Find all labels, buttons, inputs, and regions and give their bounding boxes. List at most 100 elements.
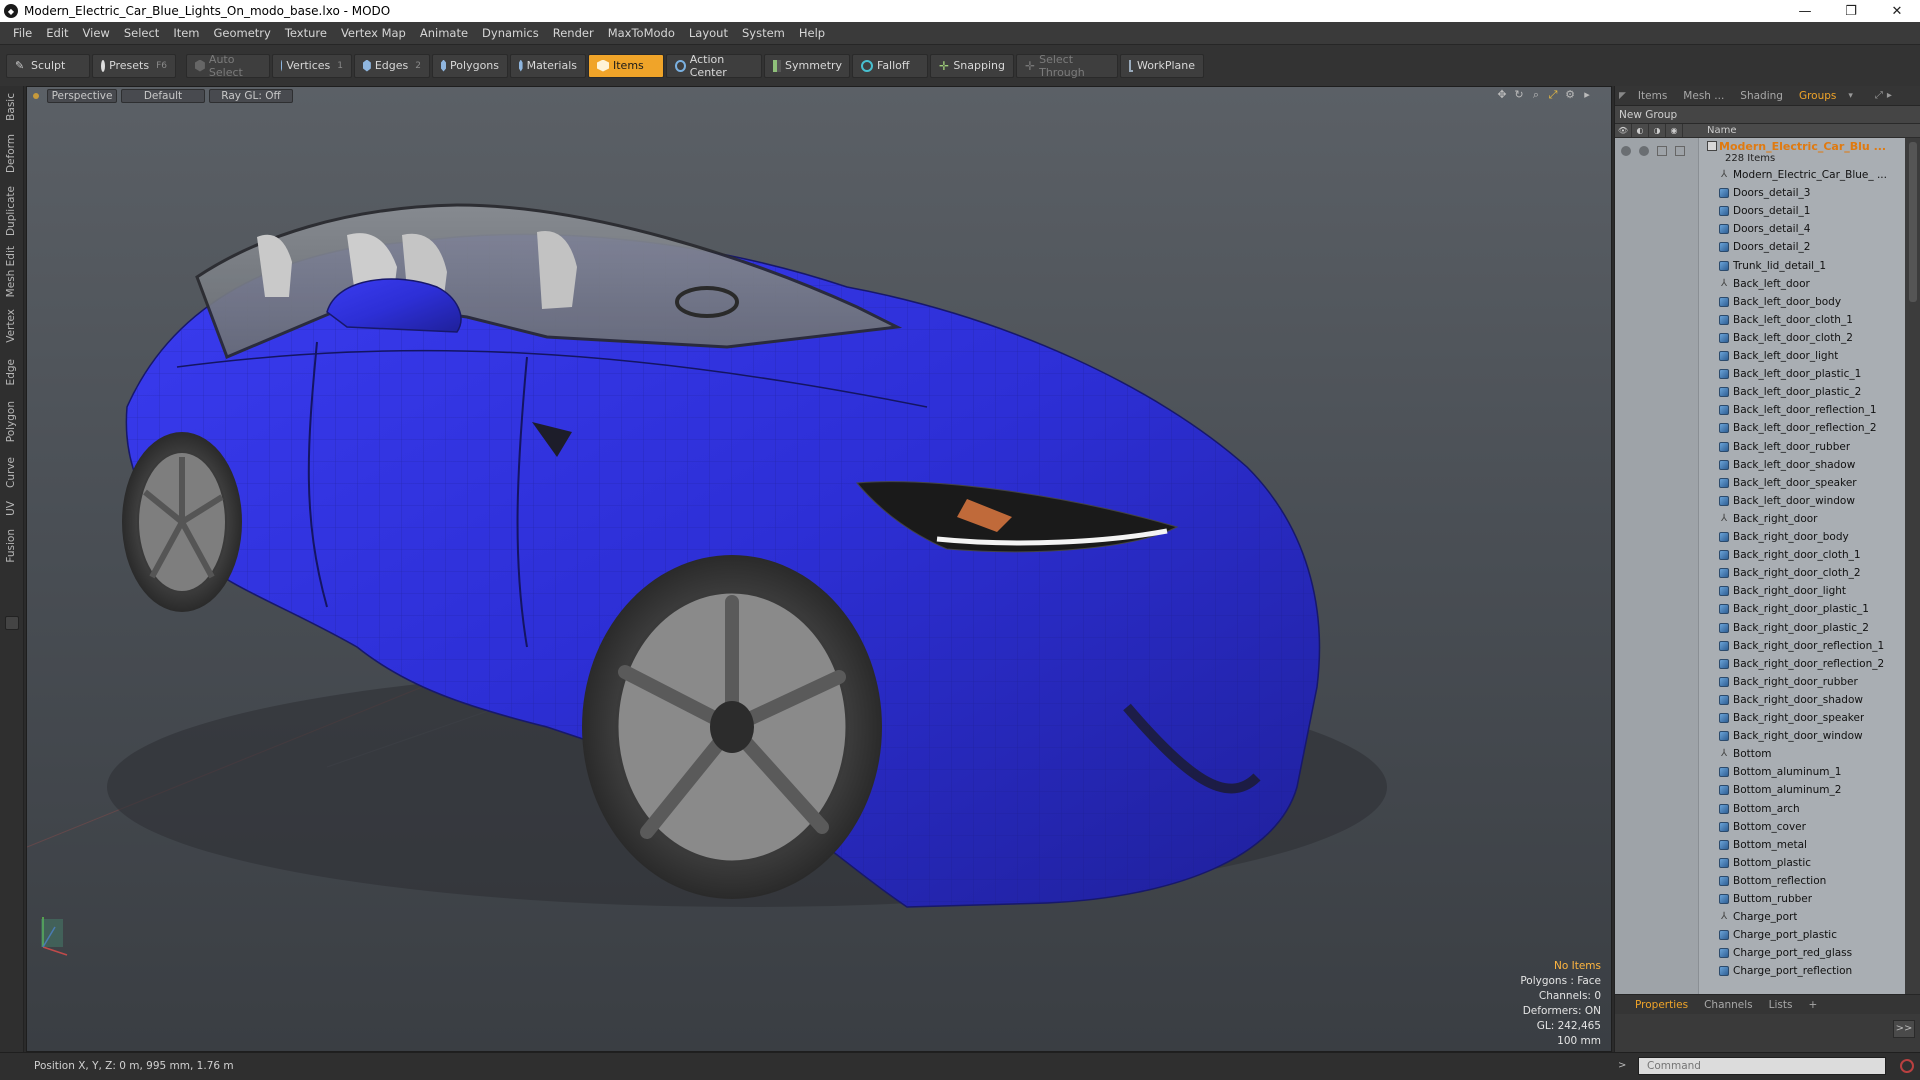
car-model-render[interactable] bbox=[27, 87, 1612, 1052]
tabs-dropdown-icon[interactable]: ▾ bbox=[1848, 91, 1853, 101]
visibility-column-icon[interactable]: 👁 bbox=[1615, 124, 1632, 137]
tab-edge[interactable]: Edge bbox=[2, 352, 20, 392]
expand-properties-button[interactable]: >> bbox=[1893, 1020, 1915, 1038]
menu-vertex-map[interactable]: Vertex Map bbox=[334, 22, 413, 44]
group-item-row[interactable]: Back_right_door_reflection_2 bbox=[1699, 655, 1905, 673]
tab-curve[interactable]: Curve bbox=[2, 452, 20, 492]
group-item-row[interactable]: Back_right_door_light bbox=[1699, 582, 1905, 600]
group-item-row[interactable]: Bottom_aluminum_2 bbox=[1699, 781, 1905, 799]
group-item-row[interactable]: Doors_detail_1 bbox=[1699, 202, 1905, 220]
group-item-row[interactable]: Back_left_door_cloth_2 bbox=[1699, 329, 1905, 347]
fit-icon[interactable]: ⤢ bbox=[1547, 89, 1559, 101]
tab-groups[interactable]: Groups bbox=[1791, 86, 1844, 106]
eye-icon[interactable] bbox=[1621, 146, 1631, 156]
panel-expand-icon[interactable]: ⤢ bbox=[1875, 90, 1883, 101]
group-item-row[interactable]: Back_left_door_cloth_1 bbox=[1699, 311, 1905, 329]
menu-dynamics[interactable]: Dynamics bbox=[475, 22, 546, 44]
group-item-row[interactable]: Back_left_door_light bbox=[1699, 347, 1905, 365]
panel-options-icon[interactable]: ▸ bbox=[1887, 90, 1892, 101]
group-item-row[interactable]: Bottom_reflection bbox=[1699, 872, 1905, 890]
group-item-row[interactable]: Buttom_rubber bbox=[1699, 890, 1905, 908]
group-item-row[interactable]: Back_left_door_reflection_1 bbox=[1699, 401, 1905, 419]
menu-edit[interactable]: Edit bbox=[39, 22, 75, 44]
tab-mesh-edit[interactable]: Mesh Edit bbox=[2, 244, 20, 300]
menu-file[interactable]: File bbox=[6, 22, 39, 44]
falloff-button[interactable]: Falloff bbox=[852, 53, 928, 78]
group-item-row[interactable]: Back_left_door_body bbox=[1699, 293, 1905, 311]
group-item-row[interactable]: Back_right_door_cloth_1 bbox=[1699, 546, 1905, 564]
group-item-row[interactable]: Doors_detail_2 bbox=[1699, 238, 1905, 256]
items-button[interactable]: Items bbox=[588, 53, 664, 78]
tab-properties[interactable]: Properties bbox=[1627, 999, 1696, 1011]
group-item-row[interactable]: Back_right_door_body bbox=[1699, 528, 1905, 546]
scrollbar-thumb[interactable] bbox=[1909, 142, 1917, 302]
tab-deform[interactable]: Deform bbox=[2, 130, 20, 178]
group-item-row[interactable]: ⅄ Bottom bbox=[1699, 745, 1905, 763]
materials-button[interactable]: Materials bbox=[510, 53, 586, 78]
symmetry-button[interactable]: Symmetry bbox=[764, 53, 850, 78]
group-item-row[interactable]: Bottom_plastic bbox=[1699, 854, 1905, 872]
group-item-row[interactable]: Bottom_metal bbox=[1699, 836, 1905, 854]
group-item-row[interactable]: ⅄ Modern_Electric_Car_Blue_ ... bbox=[1699, 166, 1905, 184]
command-input[interactable] bbox=[1638, 1057, 1886, 1075]
group-item-row[interactable]: Back_right_door_plastic_2 bbox=[1699, 619, 1905, 637]
group-item-row[interactable]: Back_right_door_plastic_1 bbox=[1699, 600, 1905, 618]
group-item-row[interactable]: ⅄ Charge_port bbox=[1699, 908, 1905, 926]
group-item-row[interactable]: Charge_port_plastic bbox=[1699, 926, 1905, 944]
group-item-row[interactable]: Bottom_cover bbox=[1699, 818, 1905, 836]
menu-maxtomodo[interactable]: MaxToModo bbox=[601, 22, 682, 44]
menu-view[interactable]: View bbox=[76, 22, 117, 44]
action-center-button[interactable]: Action Center bbox=[666, 53, 762, 79]
render-toggle-icon[interactable] bbox=[1639, 146, 1649, 156]
group-item-row[interactable]: Back_left_door_window bbox=[1699, 492, 1905, 510]
group-row[interactable]: Modern_Electric_Car_Blu ... 228 Items bbox=[1615, 138, 1905, 166]
close-button[interactable]: ✕ bbox=[1874, 0, 1920, 22]
tab-basic[interactable]: Basic bbox=[2, 88, 20, 126]
tab-vertex[interactable]: Vertex bbox=[2, 304, 20, 348]
pan-icon[interactable]: ✥ bbox=[1496, 89, 1508, 101]
viewport-settings-icon[interactable]: ⚙ bbox=[1564, 89, 1576, 101]
render-column-icon[interactable]: ◐ bbox=[1632, 124, 1649, 137]
group-item-row[interactable]: Back_left_door_speaker bbox=[1699, 474, 1905, 492]
group-item-row[interactable]: Charge_port_red_glass bbox=[1699, 944, 1905, 962]
snapping-button[interactable]: ✛ Snapping bbox=[930, 53, 1014, 78]
select-column-icon[interactable]: ◉ bbox=[1666, 124, 1683, 137]
minimize-button[interactable]: — bbox=[1782, 0, 1828, 22]
add-tab-button[interactable]: + bbox=[1800, 999, 1825, 1011]
group-item-row[interactable]: Trunk_lid_detail_1 bbox=[1699, 257, 1905, 275]
viewport-menu-icon[interactable]: ▸ bbox=[1581, 89, 1593, 101]
select-toggle[interactable] bbox=[1675, 146, 1685, 156]
tab-shading[interactable]: Shading bbox=[1732, 86, 1791, 106]
shading-dropdown[interactable]: Default bbox=[121, 89, 205, 103]
groups-scrollbar[interactable] bbox=[1907, 138, 1919, 1018]
select-through-button[interactable]: ✛ Select Through bbox=[1016, 53, 1118, 79]
panel-menu-icon[interactable]: ◤ bbox=[1619, 91, 1626, 101]
menu-texture[interactable]: Texture bbox=[278, 22, 334, 44]
group-item-row[interactable]: Back_right_door_cloth_2 bbox=[1699, 564, 1905, 582]
rotate-icon[interactable]: ↻ bbox=[1513, 89, 1525, 101]
vertices-button[interactable]: Vertices 1 bbox=[272, 53, 352, 78]
name-column-header[interactable]: Name bbox=[1683, 124, 1737, 137]
group-item-row[interactable]: Doors_detail_3 bbox=[1699, 184, 1905, 202]
group-item-row[interactable]: Back_left_door_reflection_2 bbox=[1699, 419, 1905, 437]
expand-panel-button[interactable] bbox=[5, 616, 19, 630]
menu-geometry[interactable]: Geometry bbox=[207, 22, 278, 44]
group-item-row[interactable]: Bottom_arch bbox=[1699, 800, 1905, 818]
tab-mesh[interactable]: Mesh ... bbox=[1675, 86, 1732, 106]
group-item-row[interactable]: ⅄ Back_right_door bbox=[1699, 510, 1905, 528]
new-group-button[interactable]: New Group bbox=[1615, 106, 1920, 124]
tab-channels[interactable]: Channels bbox=[1696, 999, 1761, 1011]
auto-select-button[interactable]: Auto Select bbox=[186, 53, 270, 79]
menu-item[interactable]: Item bbox=[166, 22, 206, 44]
3d-viewport[interactable]: Perspective Default Ray GL: Off ✥ ↻ ⌕ ⤢ … bbox=[26, 86, 1612, 1052]
edges-button[interactable]: Edges 2 bbox=[354, 53, 430, 78]
tab-items[interactable]: Items bbox=[1630, 86, 1675, 106]
tab-uv[interactable]: UV bbox=[2, 496, 20, 520]
record-macro-icon[interactable] bbox=[1900, 1059, 1914, 1073]
group-item-row[interactable]: Back_left_door_shadow bbox=[1699, 456, 1905, 474]
tab-fusion[interactable]: Fusion bbox=[2, 524, 20, 568]
raygl-toggle[interactable]: Ray GL: Off bbox=[209, 89, 293, 103]
menu-select[interactable]: Select bbox=[117, 22, 166, 44]
menu-help[interactable]: Help bbox=[792, 22, 832, 44]
menu-layout[interactable]: Layout bbox=[682, 22, 735, 44]
